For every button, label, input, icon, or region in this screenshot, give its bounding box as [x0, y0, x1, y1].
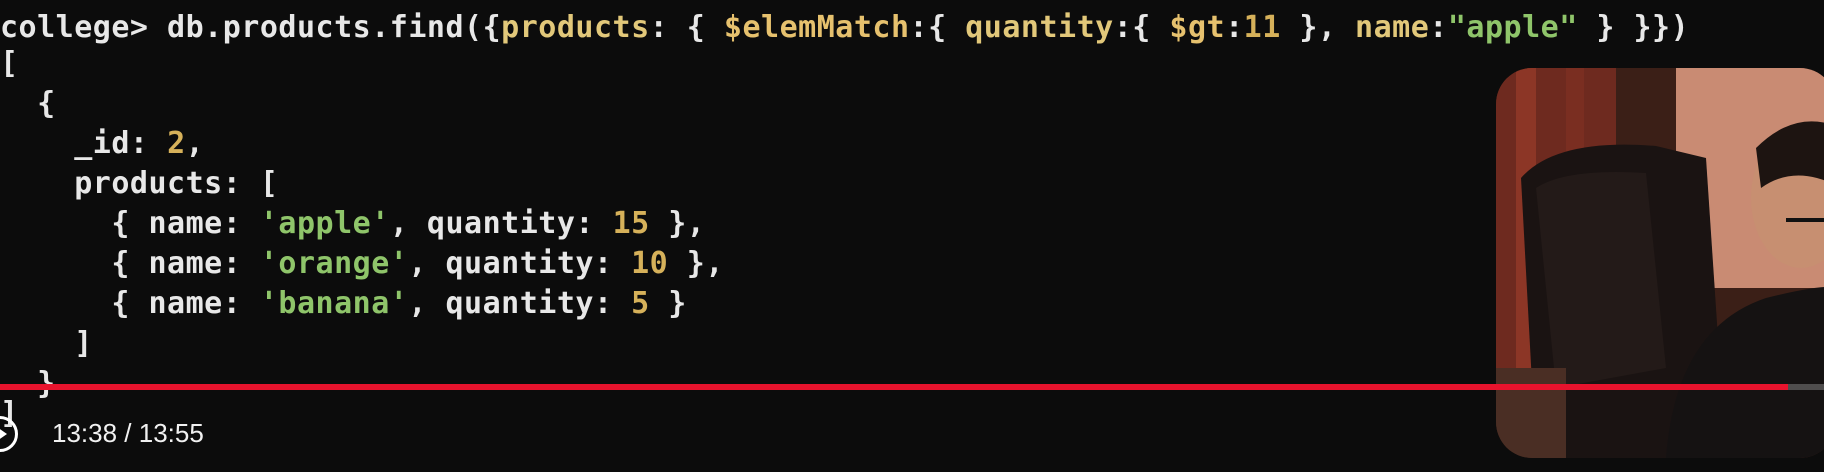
terminal-token: products	[501, 10, 650, 45]
terminal-token: products: [	[0, 166, 279, 201]
terminal-token: 10	[631, 246, 669, 281]
terminal-line: [	[0, 46, 19, 82]
terminal-line: { name: 'banana', quantity: 5 }	[0, 286, 687, 322]
terminal-token: { name:	[0, 206, 260, 241]
terminal-token: 'orange'	[259, 246, 409, 281]
video-progress-bar[interactable]	[0, 384, 1824, 390]
terminal-token: 5	[631, 286, 650, 321]
terminal-token: },	[1280, 10, 1356, 45]
terminal-line: {	[0, 86, 56, 122]
terminal-token: {	[0, 86, 56, 121]
terminal-line: ]	[0, 326, 93, 362]
terminal-line: college> db.products.find({products: { $…	[0, 10, 1689, 46]
terminal-token: quantity	[965, 10, 1114, 45]
terminal-token: },	[668, 246, 724, 281]
terminal-token: { name:	[0, 286, 260, 321]
terminal-token: { name:	[0, 246, 260, 281]
terminal-token: : {	[649, 10, 724, 45]
terminal-token: $elemMatch	[723, 10, 910, 45]
video-time-label: 13:38 / 13:55	[52, 418, 204, 448]
terminal-token: name	[1355, 10, 1430, 45]
terminal-line: { name: 'apple', quantity: 15 },	[0, 206, 705, 242]
presenter-webcam	[1496, 68, 1824, 458]
video-progress-fill	[0, 384, 1788, 390]
terminal-token: } }})	[1577, 10, 1690, 45]
terminal-line: { name: 'orange', quantity: 10 },	[0, 246, 724, 282]
terminal-token: 11	[1243, 10, 1281, 45]
terminal-token: 'banana'	[259, 286, 409, 321]
terminal-token: , quantity:	[408, 246, 632, 281]
terminal-token: ]	[0, 326, 93, 361]
terminal-token: :	[1429, 10, 1448, 45]
terminal-token: 'apple'	[259, 206, 390, 241]
video-controls: 13:38 / 13:55	[0, 410, 1824, 462]
terminal-token: :{	[909, 10, 966, 45]
terminal-token: }	[649, 286, 687, 321]
play-icon[interactable]	[0, 416, 18, 452]
terminal-token: $gt	[1169, 10, 1226, 45]
terminal-token: _id:	[0, 126, 168, 161]
terminal-token: 2	[167, 126, 186, 161]
presenter-webcam-image	[1496, 68, 1824, 458]
terminal-token: 15	[612, 206, 650, 241]
terminal-token: },	[649, 206, 706, 241]
terminal-line: _id: 2,	[0, 126, 204, 162]
terminal-token: :{	[1113, 10, 1170, 45]
terminal-token: college> db.products.find({	[0, 10, 502, 45]
terminal-token: :	[1225, 10, 1244, 45]
terminal-token: ,	[185, 126, 205, 161]
terminal-token: , quantity:	[408, 286, 632, 321]
terminal-line: products: [	[0, 166, 278, 202]
terminal-token: , quantity:	[389, 206, 613, 241]
terminal-token: [	[0, 46, 19, 81]
terminal-token: "apple"	[1447, 10, 1578, 45]
